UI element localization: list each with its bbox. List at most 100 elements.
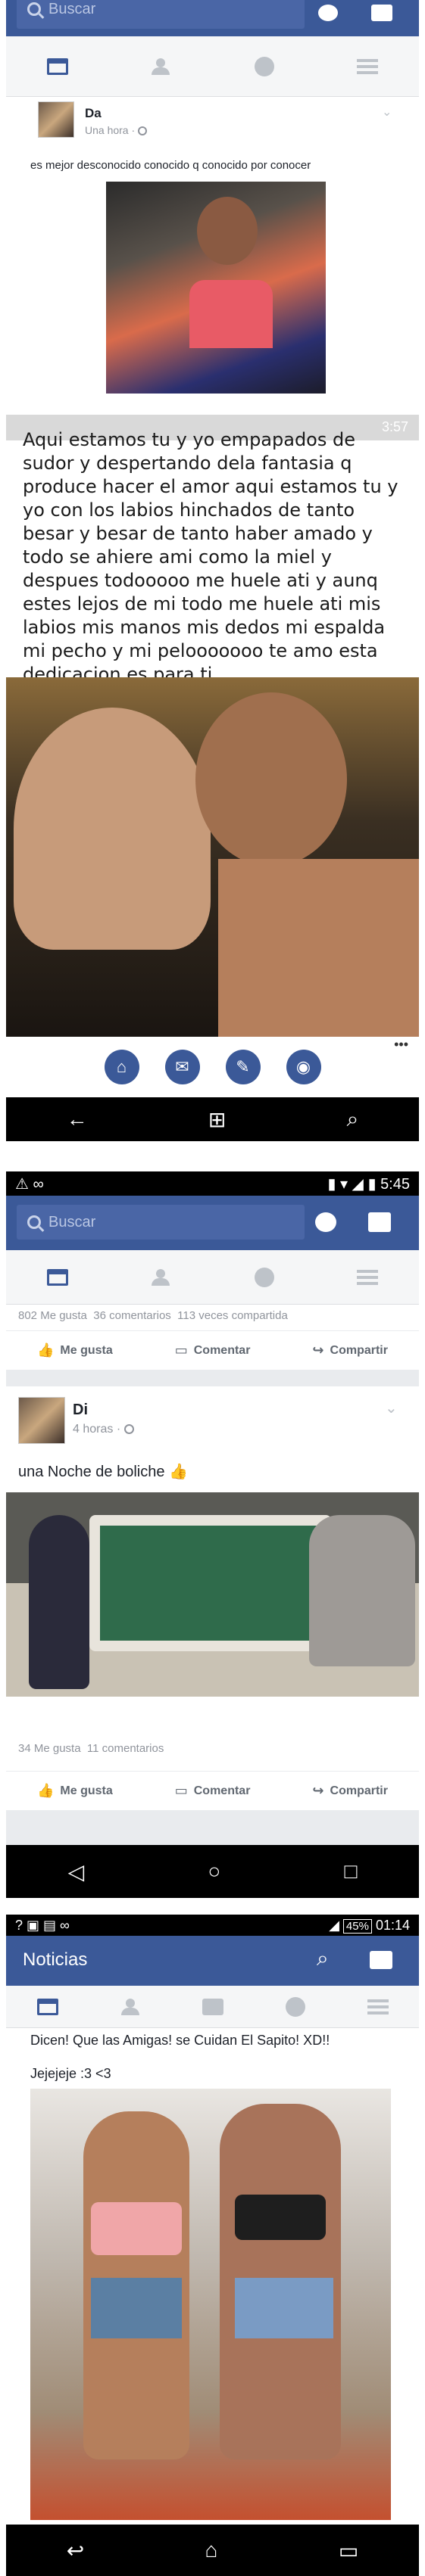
chevron-down-icon[interactable]: ⌄ — [382, 104, 392, 120]
recents-icon[interactable]: □ — [344, 1859, 357, 1884]
more-options[interactable]: ••• — [394, 1037, 408, 1053]
photo-shorts-left — [91, 2278, 182, 2338]
globe-icon — [254, 56, 274, 76]
tab-menu[interactable] — [356, 1268, 379, 1287]
globe-small-icon — [138, 126, 148, 136]
friends-photo[interactable] — [30, 2089, 391, 2520]
home-circle-icon[interactable]: ○ — [208, 1859, 220, 1884]
post-text: una Noche de boliche 👍 — [18, 1464, 188, 1480]
share-button[interactable]: ↪ Compartir — [312, 1342, 388, 1358]
tab-menu[interactable] — [367, 1997, 389, 2017]
search-placeholder: Buscar — [48, 0, 96, 17]
recents-icon[interactable]: ▭ — [339, 2538, 358, 2563]
back-icon[interactable]: ← — [67, 1107, 88, 1131]
share-icon: ↪ — [312, 1342, 324, 1358]
pool-table — [89, 1515, 332, 1651]
windows-nav-bar: ← ⊞ ⌕ — [6, 1097, 419, 1141]
photo-person-left — [14, 708, 211, 950]
post-actions: 👍 Me gusta ▭ Comentar ↪ Compartir — [6, 1330, 419, 1370]
tab-notifications[interactable] — [284, 1996, 307, 2017]
tab-friends[interactable] — [119, 1997, 142, 2017]
thumb-up-icon: 👍 — [36, 1342, 55, 1358]
like-button[interactable]: 👍 Me gusta — [37, 1342, 113, 1358]
share-button[interactable]: ↪ Compartir — [312, 1783, 388, 1799]
messenger-icon[interactable] — [315, 1212, 336, 1232]
separator — [6, 1898, 419, 1915]
tab-notifications[interactable] — [253, 56, 276, 76]
tab-news-feed[interactable] — [46, 1268, 69, 1287]
search-nav-icon[interactable]: ⌕ — [347, 1107, 359, 1132]
search-input[interactable]: Buscar — [17, 0, 305, 29]
news-feed-icon — [47, 58, 69, 75]
photo-person-right — [195, 692, 347, 866]
post-author[interactable]: Di — [73, 1402, 88, 1419]
photo-top-left — [91, 2202, 182, 2255]
menu-icon — [356, 58, 378, 74]
friend-requests-icon[interactable] — [370, 1951, 392, 1969]
search-icon[interactable]: ⌕ — [317, 1946, 329, 1971]
tab-messages[interactable] — [202, 1997, 224, 2017]
avatar[interactable] — [38, 101, 74, 138]
floating-actions: ⌂ ✉ ✎ ◉ ••• — [6, 1037, 419, 1097]
post-stats: 34 Me gusta 11 comentarios — [18, 1742, 164, 1755]
tab-friends[interactable] — [149, 1268, 172, 1287]
comment-icon: ▭ — [174, 1783, 188, 1798]
back-icon[interactable]: ◁ — [68, 1859, 85, 1884]
windows-icon[interactable]: ⊞ — [208, 1107, 226, 1132]
pool-photo[interactable] — [6, 1492, 419, 1697]
menu-icon — [367, 1999, 389, 2014]
edit-icon[interactable]: ✎ — [225, 1050, 261, 1084]
page-title: Noticias — [23, 1949, 88, 1970]
share-icon: ↪ — [312, 1783, 324, 1798]
globe-small-icon — [123, 1424, 134, 1435]
photo-person-right — [309, 1515, 415, 1666]
embedded-post-text: Aqui estamos tu y yo empapados de sudor … — [23, 429, 398, 685]
comment-button[interactable]: ▭ Comentar — [175, 1342, 251, 1358]
post-time: Una hora · — [85, 124, 148, 136]
tab-news-feed[interactable] — [36, 1997, 59, 2017]
post-author[interactable]: Da — [85, 106, 102, 121]
messenger-icon[interactable] — [318, 5, 338, 21]
news-feed-icon — [47, 1268, 69, 1286]
back-icon[interactable]: ↩ — [67, 2538, 84, 2563]
status-icons-left: ⚠ ∞ — [15, 1175, 44, 1193]
status-bar: ? ▣ ▤ ∞ ◢ 45% 01:14 — [6, 1915, 419, 1936]
status-icons-left: ? ▣ ▤ ∞ — [15, 1917, 70, 1933]
tab-news-feed[interactable] — [46, 57, 69, 76]
feed-separator — [6, 1370, 419, 1386]
tab-friends[interactable] — [149, 57, 172, 76]
top-bar: Buscar — [6, 1196, 419, 1250]
news-feed-icon — [36, 1998, 58, 2015]
messenger-bubble-icon[interactable]: ✉ — [164, 1050, 200, 1084]
like-button[interactable]: 👍 Me gusta — [37, 1783, 113, 1799]
friend-requests-icon[interactable] — [368, 1212, 391, 1232]
status-bar: ⚠ ∞ ▮ ▾ ◢ ▮ 5:45 — [6, 1171, 419, 1196]
search-placeholder: Buscar — [48, 1213, 96, 1230]
nav-tabs — [6, 1250, 419, 1305]
post-text-line2: Jejejeje :3 <3 — [30, 2066, 111, 2081]
post-actions: 👍 Me gusta ▭ Comentar ↪ Compartir — [6, 1771, 419, 1810]
android-nav-bar: ◁ ○ □ — [6, 1845, 419, 1898]
tab-menu[interactable] — [356, 57, 379, 76]
comment-button[interactable]: ▭ Comentar — [175, 1783, 251, 1799]
android-nav-bar: ↩ ⌂ ▭ — [6, 2525, 419, 2576]
top-bar: Buscar — [6, 0, 419, 36]
chevron-down-icon[interactable]: ⌄ — [385, 1398, 398, 1417]
friend-requests-icon[interactable] — [371, 5, 392, 21]
tab-notifications[interactable] — [253, 1267, 276, 1287]
home-icon[interactable]: ⌂ — [104, 1050, 139, 1084]
photo-torso-right — [218, 859, 419, 1037]
post-text-line1: Dicen! Que las Amigas! se Cuidan El Sapi… — [30, 2033, 330, 2048]
search-input[interactable]: Buscar — [17, 1205, 305, 1240]
home-outline-icon[interactable]: ⌂ — [205, 2538, 218, 2562]
post-photo[interactable] — [106, 182, 326, 394]
friends-icon — [120, 1998, 141, 2015]
avatar[interactable] — [18, 1397, 65, 1444]
friends-icon — [150, 1268, 171, 1286]
search-icon — [27, 2, 41, 16]
photo-shorts-right — [235, 2278, 333, 2338]
couple-photo[interactable] — [6, 677, 419, 1037]
status-time: ▮ ▾ ◢ ▮ 5:45 — [327, 1175, 410, 1193]
separator — [6, 1141, 419, 1171]
camera-icon[interactable]: ◉ — [286, 1050, 321, 1084]
